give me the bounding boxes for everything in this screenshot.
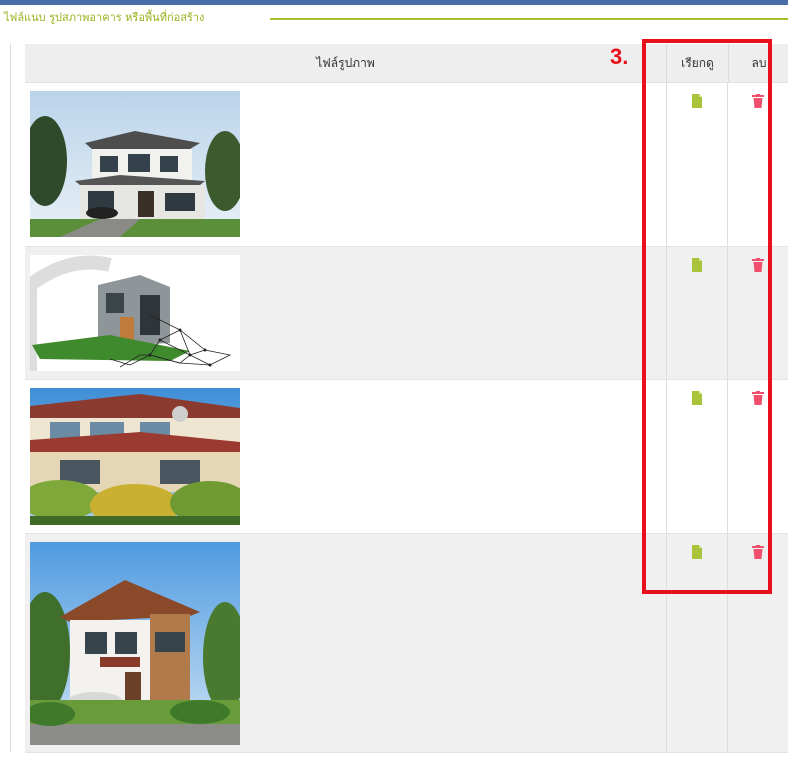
house-image-thumbnail[interactable] — [30, 542, 240, 745]
left-border — [10, 44, 11, 752]
annotation-highlight-box — [642, 39, 772, 594]
top-bar — [0, 0, 788, 5]
annotation-step-label: 3. — [610, 44, 629, 69]
house-image-thumbnail[interactable] — [30, 91, 240, 237]
section-title: ไฟล์แนบ รูปสภาพอาคาร หรือพื้นที่ก่อสร้าง — [4, 11, 205, 24]
section-header: ไฟล์แนบ รูปสภาพอาคาร หรือพื้นที่ก่อสร้าง — [4, 10, 788, 28]
house-image-thumbnail[interactable] — [30, 388, 240, 525]
header-file-images: ไฟล์รูปภาพ — [316, 56, 375, 70]
house-image-thumbnail[interactable] — [30, 255, 240, 371]
section-divider — [270, 18, 788, 20]
